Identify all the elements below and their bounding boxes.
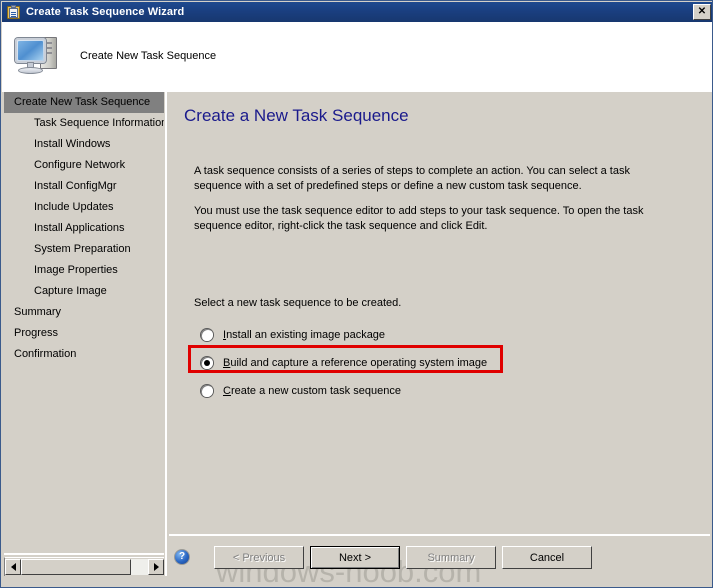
- sidebar-item-label: Confirmation: [14, 348, 77, 360]
- title-bar: Create Task Sequence Wizard ✕: [2, 2, 712, 22]
- help-question-icon[interactable]: ?: [174, 549, 190, 565]
- sidebar-item-configure-network[interactable]: Configure Network: [4, 155, 164, 176]
- description-paragraph-1: A task sequence consists of a series of …: [194, 165, 630, 192]
- wizard-content-pane: Create a New Task Sequence A task sequen…: [169, 92, 710, 532]
- header-title: Create New Task Sequence: [80, 50, 217, 62]
- sidebar-item-include-updates[interactable]: Include Updates: [4, 197, 164, 218]
- radio-option-label: Install an existing image package: [223, 329, 385, 341]
- cancel-button[interactable]: Cancel: [502, 546, 592, 569]
- page-title: Create a New Task Sequence: [184, 106, 409, 125]
- computer-icon: [12, 33, 64, 79]
- radio-indicator-icon[interactable]: [201, 357, 213, 369]
- wizard-header: Create New Task Sequence: [2, 22, 712, 90]
- sidebar-item-label: Install ConfigMgr: [34, 180, 117, 192]
- scroll-left-arrow-icon[interactable]: [5, 559, 21, 575]
- sidebar-item-label: Summary: [14, 306, 62, 318]
- wizard-footer: ? windows-noob.com < Previous Next > Sum…: [169, 538, 710, 587]
- radio-indicator-icon[interactable]: [201, 385, 213, 397]
- sidebar-item-label: Image Properties: [34, 264, 118, 276]
- sidebar-item-install-windows[interactable]: Install Windows: [4, 134, 164, 155]
- sidebar-item-label: Install Applications: [34, 222, 125, 234]
- sidebar-item-install-configmgr[interactable]: Install ConfigMgr: [4, 176, 164, 197]
- sidebar-item-image-properties[interactable]: Image Properties: [4, 260, 164, 281]
- clipboard-checklist-icon: [6, 4, 21, 20]
- radio-option-label: Build and capture a reference operating …: [223, 357, 487, 369]
- radio-option-install-existing-image[interactable]: Install an existing image package: [201, 326, 385, 344]
- sidebar-item-label: Capture Image: [34, 285, 107, 297]
- sidebar-item-label: Task Sequence Information: [34, 117, 164, 129]
- footer-divider: [169, 534, 710, 536]
- scroll-right-arrow-icon[interactable]: [148, 559, 164, 575]
- scrollbar-track[interactable]: [21, 559, 148, 575]
- summary-button[interactable]: Summary: [406, 546, 496, 569]
- next-button[interactable]: Next >: [310, 546, 400, 569]
- description-paragraph-2: You must use the task sequence editor to…: [194, 205, 644, 232]
- window-title: Create Task Sequence Wizard: [26, 6, 185, 18]
- sidebar-item-label: Progress: [14, 327, 59, 339]
- sidebar-item-label: Install Windows: [34, 138, 111, 150]
- label-rest: uild and capture a reference operating s…: [230, 357, 488, 369]
- sidebar-item-label: Include Updates: [34, 201, 114, 213]
- wizard-step-list: Create New Task Sequence Task Sequence In…: [4, 92, 164, 552]
- radio-indicator-icon[interactable]: [201, 329, 213, 341]
- sidebar-item-task-sequence-information[interactable]: Task Sequence Information: [4, 113, 164, 134]
- radio-option-create-custom[interactable]: Create a new custom task sequence: [201, 382, 401, 400]
- sidebar-item-confirmation[interactable]: Confirmation: [4, 344, 164, 365]
- sidebar-item-label: System Preparation: [34, 243, 131, 255]
- sidebar-item-create-new-task-sequence[interactable]: Create New Task Sequence: [4, 92, 164, 113]
- sidebar-item-progress[interactable]: Progress: [4, 323, 164, 344]
- access-key: C: [223, 385, 231, 397]
- create-task-sequence-wizard-window: Create Task Sequence Wizard ✕ Create New…: [0, 0, 713, 588]
- sidebar-horizontal-scrollbar[interactable]: [4, 557, 164, 576]
- sidebar-item-label: Configure Network: [34, 159, 126, 171]
- label-rest: nstall an existing image package: [226, 329, 386, 341]
- sidebar-item-label: Create New Task Sequence: [14, 96, 151, 108]
- radio-option-label: Create a new custom task sequence: [223, 385, 401, 397]
- previous-button[interactable]: < Previous: [214, 546, 304, 569]
- sidebar-item-install-applications[interactable]: Install Applications: [4, 218, 164, 239]
- sidebar-item-summary[interactable]: Summary: [4, 302, 164, 323]
- sidebar-bottom-divider: [4, 553, 164, 555]
- label-rest: reate a new custom task sequence: [230, 385, 401, 397]
- close-icon[interactable]: ✕: [693, 4, 711, 20]
- sidebar-divider: [165, 92, 167, 576]
- radio-option-build-and-capture[interactable]: Build and capture a reference operating …: [201, 354, 487, 372]
- sidebar-item-capture-image[interactable]: Capture Image: [4, 281, 164, 302]
- scrollbar-thumb[interactable]: [21, 559, 132, 575]
- sidebar-item-system-preparation[interactable]: System Preparation: [4, 239, 164, 260]
- options-prompt-label: Select a new task sequence to be created…: [194, 297, 402, 309]
